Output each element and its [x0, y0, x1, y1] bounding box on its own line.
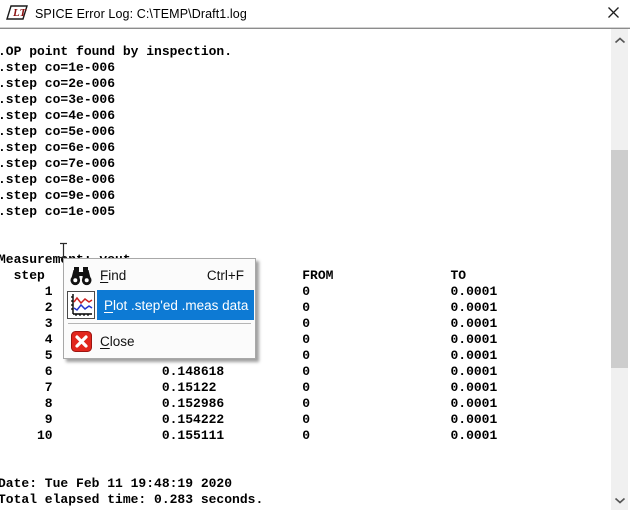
log-content-area[interactable]: .OP point found by inspection. .step co=…: [0, 28, 630, 510]
title-bar[interactable]: LT SPICE Error Log: C:\TEMP\Draft1.log: [0, 0, 630, 28]
scroll-up-button[interactable]: [611, 31, 628, 48]
ltspice-app-icon: LT: [6, 4, 28, 24]
window-title: SPICE Error Log: C:\TEMP\Draft1.log: [35, 7, 247, 21]
menu-item-plot-label: Plot .step'ed .meas data: [97, 290, 254, 320]
menu-item-plot-stepped-meas-data[interactable]: Plot .step'ed .meas data: [65, 290, 254, 320]
context-menu: Find Ctrl+F Plot .step'ed .meas data: [63, 258, 256, 359]
chevron-up-icon: [614, 31, 626, 49]
close-red-x-icon: [65, 331, 97, 352]
scrollbar-thumb[interactable]: [611, 150, 628, 368]
scroll-down-button[interactable]: [611, 491, 628, 508]
plot-icon: [67, 291, 95, 319]
svg-text:LT: LT: [12, 7, 28, 19]
menu-item-find-label: Find: [100, 268, 126, 283]
menu-item-find-shortcut: Ctrl+F: [207, 268, 254, 283]
menu-item-close-label: Close: [100, 334, 135, 349]
menu-item-close[interactable]: Close: [65, 327, 254, 356]
close-icon: [607, 6, 620, 22]
binoculars-icon: [65, 265, 97, 287]
menu-separator: [68, 323, 251, 324]
close-button[interactable]: [596, 1, 630, 27]
chevron-down-icon: [614, 491, 626, 509]
menu-item-find[interactable]: Find Ctrl+F: [65, 261, 254, 290]
vertical-scrollbar[interactable]: [611, 29, 628, 510]
